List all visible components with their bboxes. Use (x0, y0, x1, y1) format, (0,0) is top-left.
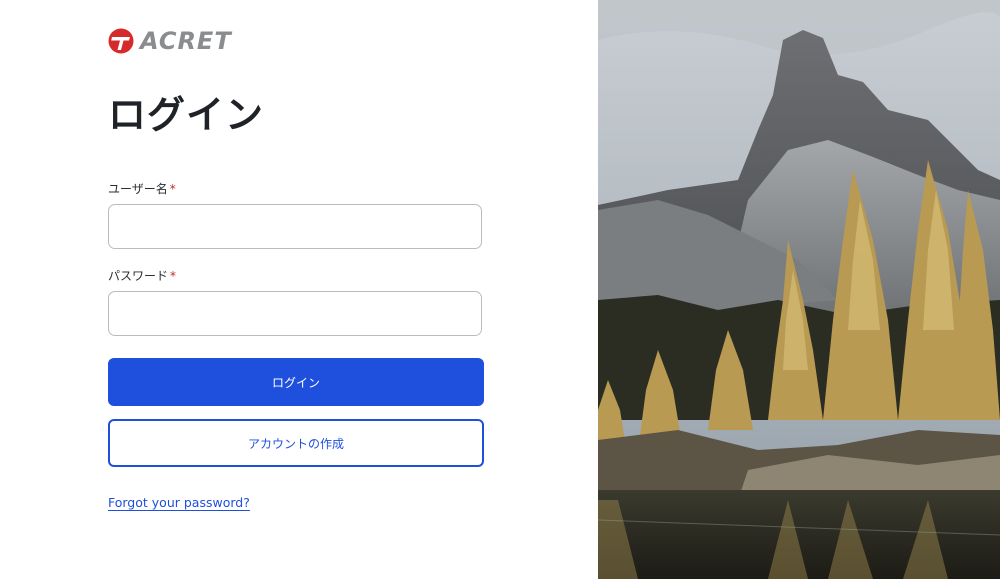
required-mark: * (169, 182, 176, 196)
create-account-button[interactable]: アカウントの作成 (108, 419, 484, 467)
brand-name: ACRET (140, 27, 232, 55)
password-input[interactable] (108, 291, 482, 336)
password-label: パスワード * (108, 268, 176, 284)
mountain-landscape-image (598, 0, 1000, 579)
username-input[interactable] (108, 204, 482, 249)
hero-image (598, 0, 1000, 579)
forgot-password-link[interactable]: Forgot your password? (108, 495, 250, 511)
acret-logo-icon (108, 28, 134, 54)
username-label: ユーザー名 * (108, 181, 176, 197)
password-label-text: パスワード (108, 269, 169, 283)
username-label-text: ユーザー名 (108, 182, 168, 196)
brand-logo: ACRET (108, 28, 232, 54)
page-title: ログイン (108, 93, 265, 137)
login-button[interactable]: ログイン (108, 358, 484, 406)
login-panel: ACRET ログイン ユーザー名 * パスワード * ログイン アカウントの作成 F… (0, 0, 598, 579)
login-page: ACRET ログイン ユーザー名 * パスワード * ログイン アカウントの作成 F… (0, 0, 1000, 579)
required-mark: * (170, 269, 177, 283)
